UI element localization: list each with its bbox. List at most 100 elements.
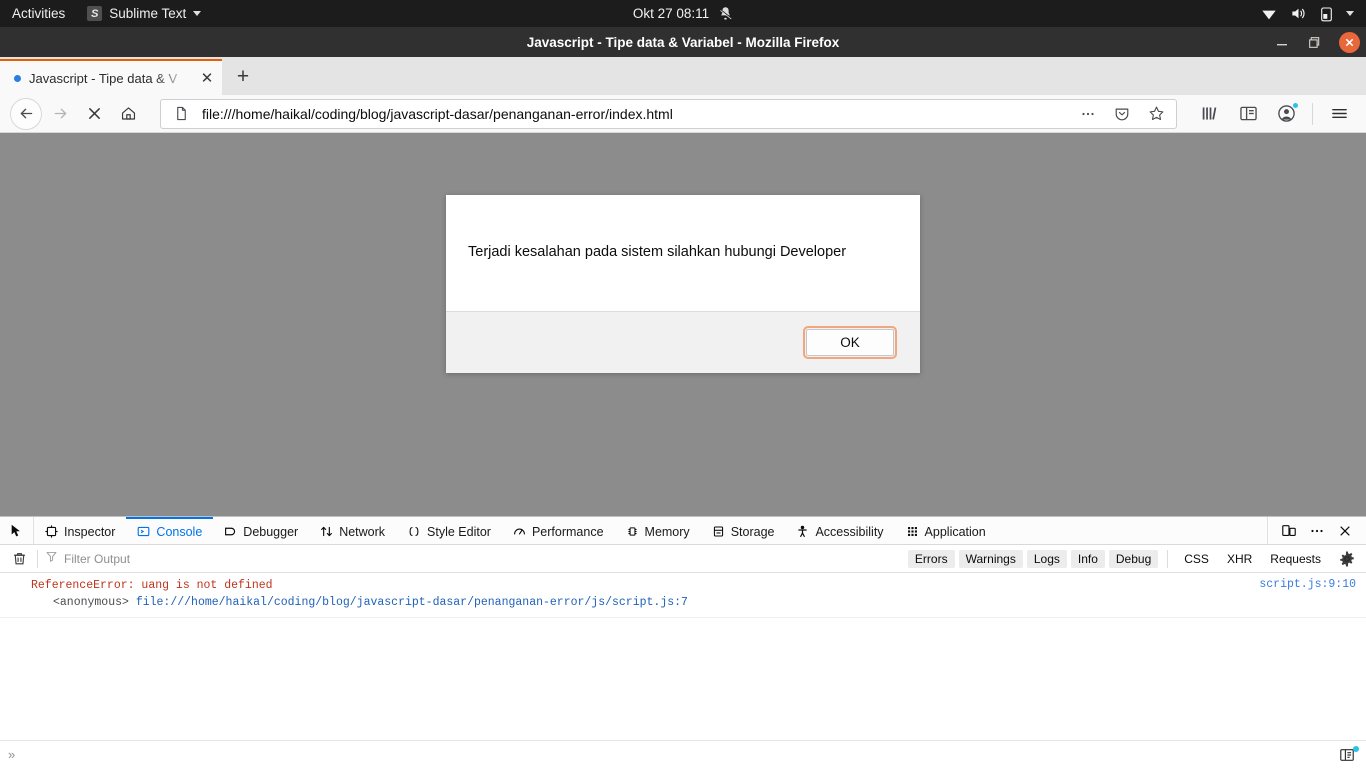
element-picker-icon[interactable] (0, 517, 34, 544)
console-icon (137, 525, 150, 538)
stop-icon[interactable] (78, 98, 110, 130)
javascript-alert-dialog: Terjadi kesalahan pada sistem silahkan h… (446, 195, 920, 373)
storage-icon (712, 525, 725, 538)
devtools-tab-network[interactable]: Network (309, 517, 396, 544)
pocket-icon[interactable] (1109, 101, 1135, 127)
url-bar[interactable]: file:///home/haikal/coding/blog/javascri… (160, 98, 1177, 129)
browser-tab-active[interactable]: Javascript - Tipe data & V ✕ (0, 59, 222, 95)
console-input-row[interactable]: » (0, 740, 1366, 768)
filter-pill-logs[interactable]: Logs (1026, 549, 1067, 568)
console-output: ReferenceError: uang is not defined <ano… (0, 573, 1366, 740)
devtools-tab-label: Application (924, 524, 986, 539)
console-filter-pills: Errors Warnings Logs Info Debug CSS XHR … (907, 549, 1328, 568)
filter-pill-warnings[interactable]: Warnings (958, 549, 1023, 568)
memory-icon (626, 525, 639, 538)
application-icon (906, 525, 919, 538)
filter-pills-divider (1167, 549, 1169, 568)
url-text: file:///home/haikal/coding/blog/javascri… (202, 105, 673, 122)
account-notification-dot (1292, 101, 1299, 109)
console-filter-bar: Filter Output Errors Warnings Logs Info … (0, 545, 1366, 573)
home-icon[interactable] (112, 98, 144, 130)
console-filter-input[interactable]: Filter Output (43, 550, 908, 568)
devtools-close-icon[interactable] (1333, 519, 1357, 543)
devtools-tab-label: Style Editor (427, 524, 491, 539)
filter-pill-requests[interactable]: Requests (1263, 550, 1328, 568)
responsive-design-mode-icon[interactable] (1277, 519, 1301, 543)
console-error-stackframe: <anonymous> file:///home/haikal/coding/b… (31, 595, 1358, 612)
devtools-tab-label: Debugger (243, 524, 299, 539)
editor-mode-icon[interactable] (1336, 745, 1359, 763)
hamburger-menu-icon[interactable] (1322, 98, 1356, 130)
account-icon[interactable] (1269, 98, 1303, 130)
devtools-tab-debugger[interactable]: Debugger (213, 517, 309, 544)
sublime-text-icon: S (87, 6, 103, 21)
back-icon[interactable] (10, 97, 42, 130)
devtools-tab-console[interactable]: Console (126, 517, 214, 544)
battery-icon (1320, 6, 1333, 22)
ellipsis-icon[interactable] (1075, 101, 1101, 127)
filter-pill-info[interactable]: Info (1070, 549, 1105, 568)
app-menu-label: Sublime Text (109, 6, 187, 21)
console-error-title: ReferenceError: uang is not defined (31, 579, 273, 592)
funnel-icon (45, 550, 58, 568)
console-message-error[interactable]: ReferenceError: uang is not defined <ano… (0, 573, 1366, 619)
sidebar-icon[interactable] (1231, 98, 1265, 130)
bell-muted-icon (718, 6, 733, 21)
document-icon (168, 101, 194, 127)
page-content: Terjadi kesalahan pada sistem silahkan h… (0, 133, 1366, 516)
filter-pill-css[interactable]: CSS (1177, 550, 1216, 568)
gear-icon[interactable] (1334, 551, 1360, 567)
devtools-tab-label: Network (339, 524, 386, 539)
tab-close-icon[interactable]: ✕ (198, 69, 216, 87)
devtools-meatball-menu-icon[interactable] (1305, 519, 1329, 543)
filter-pill-xhr[interactable]: XHR (1220, 550, 1259, 568)
alert-footer: OK (446, 311, 920, 373)
star-icon[interactable] (1143, 101, 1169, 127)
devtools-tab-inspector[interactable]: Inspector (34, 517, 126, 544)
accessibility-icon (796, 525, 809, 538)
gnome-top-bar: Activities S Sublime Text Okt 27 08:11 (0, 0, 1366, 27)
stackframe-location-link[interactable]: file:///home/haikal/coding/blog/javascri… (136, 596, 688, 609)
devtools-panel: Inspector Console Debugger Network Style… (0, 516, 1366, 768)
console-prompt-chevron-icon: » (8, 747, 16, 762)
forward-icon (44, 98, 76, 130)
devtools-tab-storage[interactable]: Storage (701, 517, 786, 544)
devtools-tab-performance[interactable]: Performance (502, 517, 615, 544)
library-icon[interactable] (1193, 98, 1227, 130)
tab-strip: Javascript - Tipe data & V ✕ + (0, 57, 1366, 95)
navigation-toolbar: file:///home/haikal/coding/blog/javascri… (0, 95, 1366, 133)
blue-dot-favicon (14, 74, 21, 82)
maximize-icon[interactable] (1306, 34, 1323, 51)
filter-bar-divider (37, 549, 38, 568)
devtools-tab-label: Inspector (64, 524, 116, 539)
gnome-top-bar-left: Activities S Sublime Text (12, 6, 202, 21)
devtools-tab-application[interactable]: Application (895, 517, 997, 544)
toolbar-divider (1312, 102, 1313, 125)
devtools-tab-label: Performance (531, 524, 604, 539)
filter-pill-errors[interactable]: Errors (907, 549, 955, 568)
filter-pill-debug[interactable]: Debug (1108, 549, 1159, 568)
volume-icon (1290, 6, 1307, 21)
clock-menu[interactable]: Okt 27 08:11 (573, 6, 793, 21)
trash-icon[interactable] (6, 551, 32, 566)
system-tray[interactable] (1261, 6, 1354, 22)
toolbar-right-buttons (1193, 98, 1356, 130)
devtools-toolbar: Inspector Console Debugger Network Style… (0, 517, 1366, 545)
window-controls (1273, 31, 1360, 53)
new-tab-button[interactable]: + (222, 59, 264, 95)
activities-button[interactable]: Activities (12, 6, 65, 21)
style-editor-icon (407, 525, 421, 538)
devtools-tab-memory[interactable]: Memory (615, 517, 701, 544)
devtools-tab-accessibility[interactable]: Accessibility (785, 517, 894, 544)
devtools-tab-label: Console (156, 524, 203, 539)
devtools-tab-label: Storage (730, 524, 775, 539)
devtools-toolbar-right (1267, 517, 1366, 544)
devtools-tab-style-editor[interactable]: Style Editor (396, 517, 502, 544)
app-menu-sublime-text[interactable]: S Sublime Text (87, 6, 202, 21)
close-icon[interactable] (1339, 31, 1360, 53)
console-message-source-link[interactable]: script.js:9:10 (1259, 578, 1356, 591)
clock-label: Okt 27 08:11 (632, 6, 710, 21)
minimize-icon[interactable] (1273, 34, 1290, 51)
alert-ok-button[interactable]: OK (803, 326, 897, 359)
chevron-down-icon (193, 11, 202, 16)
